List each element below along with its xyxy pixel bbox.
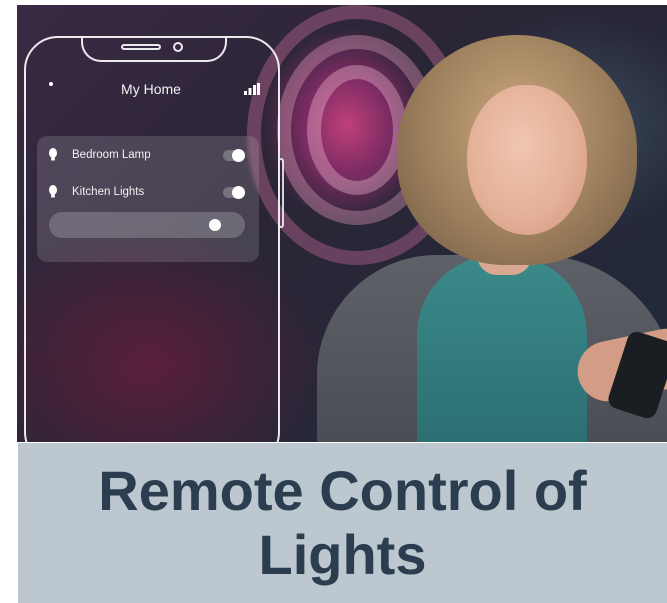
device-row-bedroom-lamp[interactable]: Bedroom Lamp bbox=[37, 146, 259, 166]
signal-bars-icon bbox=[244, 83, 260, 95]
brightness-slider[interactable] bbox=[49, 212, 245, 238]
dot-icon[interactable] bbox=[49, 82, 53, 86]
toggle-knob bbox=[232, 186, 245, 199]
kitchen-lights-toggle[interactable] bbox=[223, 186, 245, 199]
phone-notch bbox=[81, 36, 227, 62]
app-title: My Home bbox=[121, 81, 181, 97]
lightbulb-icon bbox=[49, 185, 57, 198]
woman-face bbox=[467, 85, 587, 235]
slider-handle[interactable] bbox=[209, 219, 221, 231]
caption-text: Remote Control of Lights bbox=[98, 459, 587, 586]
bedroom-lamp-toggle[interactable] bbox=[223, 149, 245, 162]
device-label: Kitchen Lights bbox=[72, 186, 145, 198]
device-label: Bedroom Lamp bbox=[72, 149, 151, 161]
device-panel: Bedroom Lamp Kitchen Lights bbox=[37, 136, 259, 262]
mural-spiral-core bbox=[307, 65, 407, 195]
phone-speaker bbox=[121, 44, 161, 50]
woman-shirt bbox=[417, 255, 587, 442]
toggle-knob bbox=[232, 149, 245, 162]
lightbulb-icon bbox=[49, 148, 57, 161]
caption-banner: Remote Control of Lights bbox=[18, 443, 667, 603]
device-row-kitchen-lights[interactable]: Kitchen Lights bbox=[37, 183, 259, 203]
phone-side-button bbox=[280, 158, 284, 228]
phone-camera bbox=[173, 42, 183, 52]
